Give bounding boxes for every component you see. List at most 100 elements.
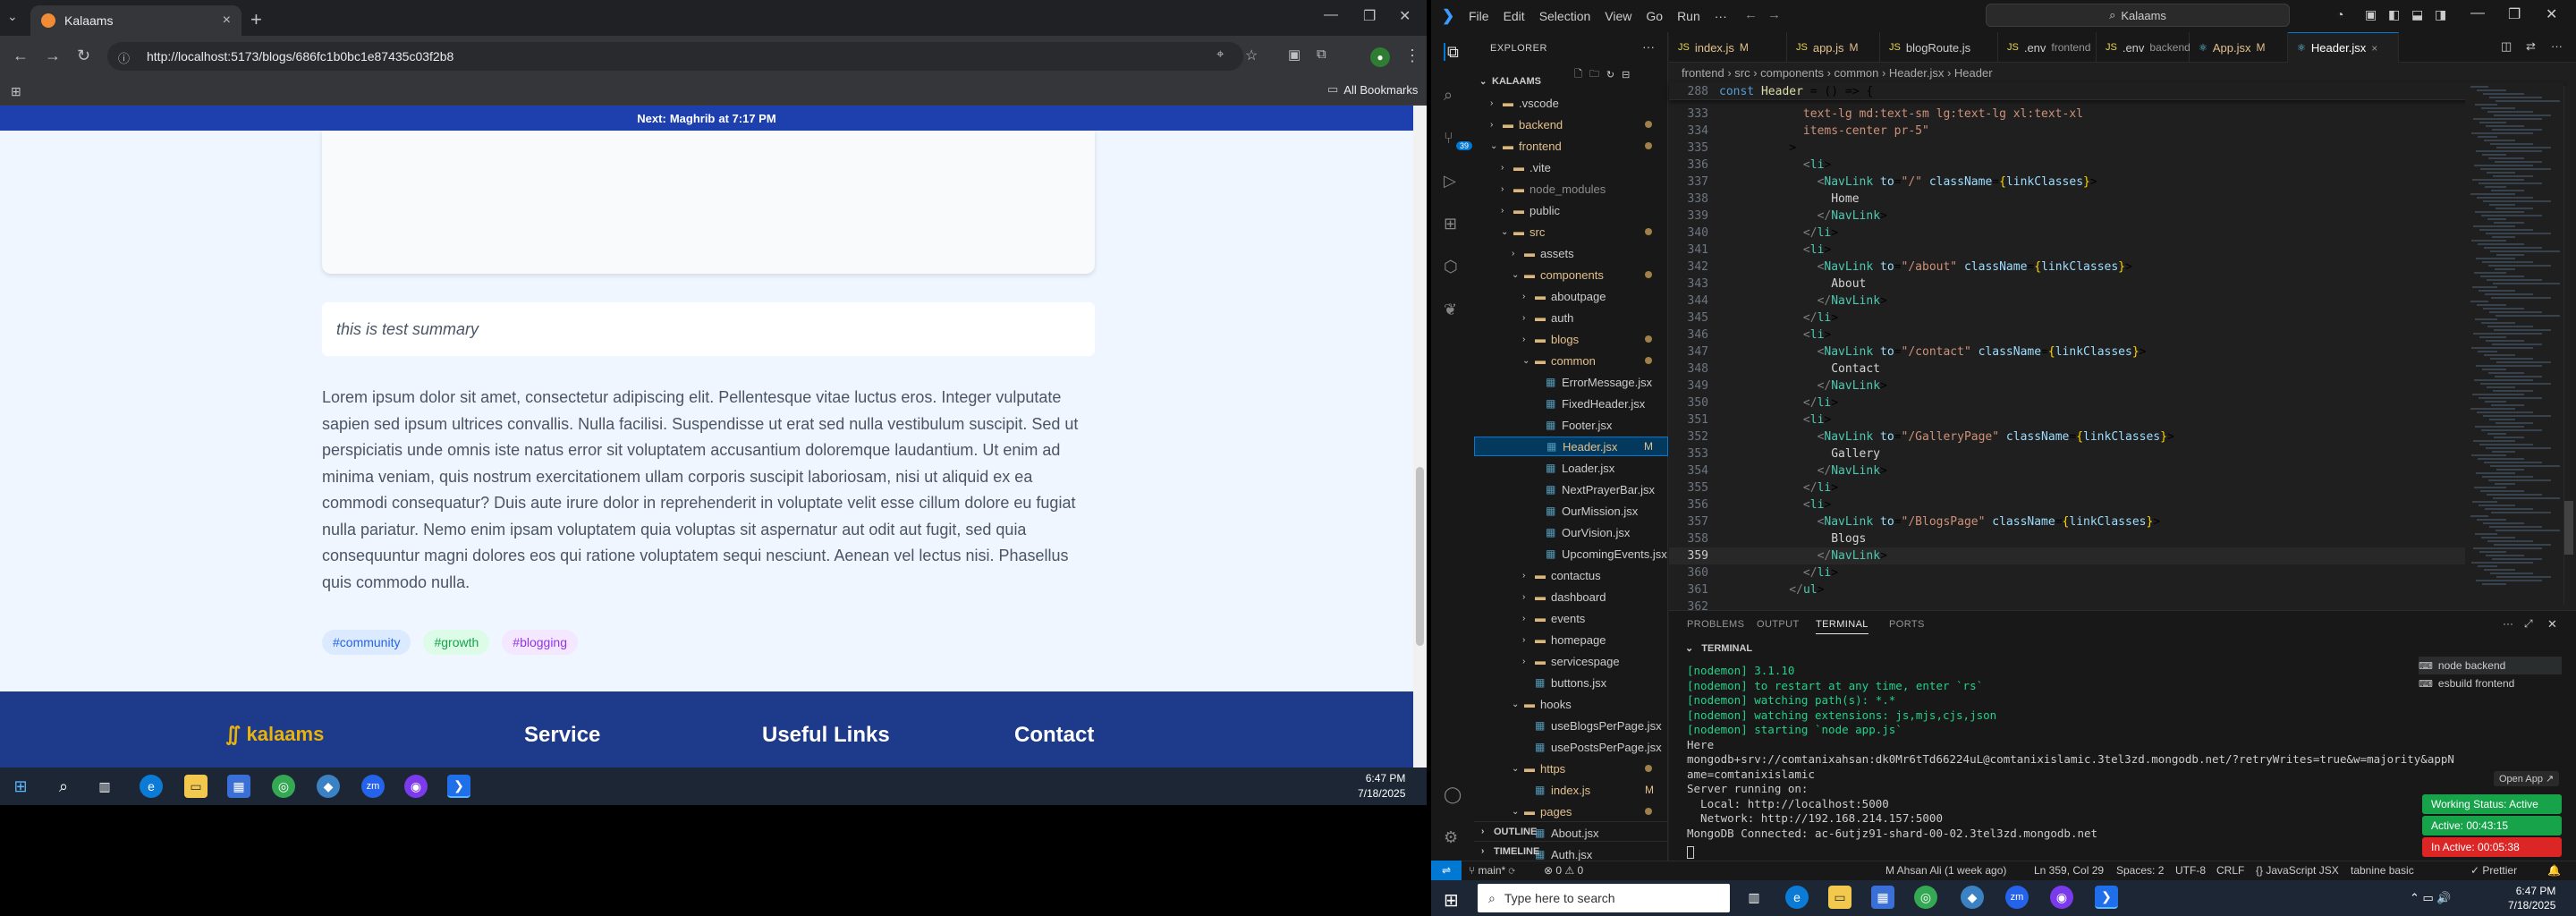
edge-icon[interactable]: e bbox=[140, 775, 163, 798]
bookmark-star-icon[interactable]: ☆ bbox=[1245, 47, 1258, 64]
code-line[interactable]: 342 <NavLink to="/about" className={link… bbox=[1669, 259, 2474, 276]
tree-item-dashboard[interactable]: › ▬ dashboard bbox=[1474, 587, 1668, 606]
sticky-code-line[interactable]: 288 const Header = () => { bbox=[1669, 83, 2474, 100]
code-line[interactable]: 333 text-lg md:text-sm lg:text-lg xl:tex… bbox=[1669, 106, 2474, 123]
tree-item-ourmission-jsx[interactable]: ▦ OurMission.jsx bbox=[1474, 501, 1668, 521]
tree-item-aboutpage[interactable]: › ▬ aboutpage bbox=[1474, 286, 1668, 306]
timeline-section[interactable]: › TIMELINE bbox=[1474, 841, 1668, 861]
code-line[interactable]: 350 </li> bbox=[1669, 394, 2474, 411]
chrome-icon[interactable]: ◎ bbox=[272, 775, 295, 798]
toggle-sidebar-icon[interactable]: ◧ bbox=[2388, 7, 2400, 22]
tree-item-pages[interactable]: ⌄ ▬ pages bbox=[1474, 802, 1668, 821]
code-line[interactable]: 349 </NavLink> bbox=[1669, 377, 2474, 394]
close-panel-icon[interactable]: ✕ bbox=[2547, 617, 2557, 632]
panel-tab-output[interactable]: OUTPUT bbox=[1757, 619, 1800, 630]
vs-close-icon[interactable]: ✕ bbox=[2546, 5, 2557, 23]
tree-item-fixedheader-jsx[interactable]: ▦ FixedHeader.jsx bbox=[1474, 394, 1668, 413]
manage-gear-icon[interactable]: ⚙ bbox=[1444, 828, 1462, 846]
tree-item-index-js[interactable]: ▦ index.js M bbox=[1474, 780, 1668, 800]
tree-item-auth[interactable]: › ▬ auth bbox=[1474, 308, 1668, 327]
edge-icon-2[interactable]: e bbox=[1785, 886, 1809, 909]
menu-item[interactable]: View bbox=[1605, 9, 1631, 23]
git-blame-status[interactable]: M Ahsan Ali (1 week ago) bbox=[1885, 864, 2006, 877]
remote-indicator-icon[interactable]: ⇌ bbox=[1431, 861, 1462, 880]
editor-tab[interactable]: ⚛ App.jsx M bbox=[2190, 32, 2288, 63]
open-app-button[interactable]: Open App ↗ bbox=[2494, 771, 2560, 786]
vscode-taskbar-icon[interactable]: ❯ bbox=[447, 775, 470, 798]
tree-item-https[interactable]: ⌄ ▬ https bbox=[1474, 759, 1668, 778]
zoom-icon-2[interactable]: zm bbox=[2005, 886, 2029, 909]
code-line[interactable]: 340 </li> bbox=[1669, 225, 2474, 242]
terminal-session[interactable]: ⌨ node backend bbox=[2419, 657, 2562, 674]
maximize-panel-icon[interactable]: ⤢ bbox=[2524, 617, 2533, 631]
editor-tab[interactable]: JS app.js M bbox=[1787, 32, 1880, 63]
tree-item-header-jsx[interactable]: ▦ Header.jsx M bbox=[1474, 437, 1668, 456]
tree-item-common[interactable]: ⌄ ▬ common bbox=[1474, 351, 1668, 370]
tree-item-ourvision-jsx[interactable]: ▦ OurVision.jsx bbox=[1474, 522, 1668, 542]
new-tab-icon[interactable]: + bbox=[250, 8, 262, 31]
code-line[interactable]: 357 <NavLink to="/BlogsPage" className={… bbox=[1669, 513, 2474, 530]
code-line[interactable]: 359 </NavLink> bbox=[1669, 547, 2474, 564]
minimap[interactable] bbox=[2465, 86, 2563, 605]
tree-item-blogs[interactable]: › ▬ blogs bbox=[1474, 329, 1668, 349]
code-line[interactable]: 348 Contact bbox=[1669, 360, 2474, 377]
code-line[interactable]: 337 <NavLink to="/" className={linkClass… bbox=[1669, 174, 2474, 191]
code-line[interactable]: 334 items-center pr-5" bbox=[1669, 123, 2474, 140]
editor-scroll-thumb[interactable] bbox=[2564, 501, 2573, 555]
menu-item[interactable]: Selection bbox=[1539, 9, 1591, 23]
nav-back-icon[interactable]: ← bbox=[1744, 7, 1758, 22]
tree-item-public[interactable]: › ▬ public bbox=[1474, 200, 1668, 220]
remote-explorer-icon[interactable]: ⬡ bbox=[1444, 258, 1462, 276]
tree-item-kalaams[interactable]: ⌄ KALAAMS bbox=[1474, 72, 1668, 91]
all-bookmarks-button[interactable]: ▭ All Bookmarks bbox=[1327, 82, 1418, 97]
tree-item-events[interactable]: › ▬ events bbox=[1474, 608, 1668, 628]
vscode-taskbar-icon-2[interactable]: ❯ bbox=[2095, 886, 2118, 909]
tree-item-upcomingevents-jsx[interactable]: ▦ UpcomingEvents.jsx bbox=[1474, 544, 1668, 564]
github-desktop-icon[interactable]: ◉ bbox=[404, 775, 428, 798]
code-line[interactable]: 351 <li> bbox=[1669, 411, 2474, 428]
git-branch[interactable]: ⑂ main* ⟳ bbox=[1469, 864, 1515, 877]
minimize-icon[interactable]: — bbox=[1324, 7, 1338, 23]
task-view-icon-2[interactable]: ▥ bbox=[1742, 886, 1766, 909]
editor-tab[interactable]: JS .env backend bbox=[2097, 32, 2190, 63]
menu-item[interactable]: ··· bbox=[1715, 9, 1727, 23]
code-line[interactable]: 353 Gallery bbox=[1669, 445, 2474, 462]
zoom-icon[interactable]: zm bbox=[361, 775, 385, 798]
task-view-icon[interactable]: ▥ bbox=[93, 775, 116, 798]
prettier-status[interactable]: ✓ Prettier bbox=[2470, 864, 2517, 877]
menu-item[interactable]: Go bbox=[1646, 9, 1663, 23]
code-line[interactable]: 361 </ul> bbox=[1669, 581, 2474, 598]
chrome-icon-2[interactable]: ◎ bbox=[1914, 886, 1937, 909]
panel-tab-terminal[interactable]: TERMINAL bbox=[1816, 619, 1868, 634]
back-icon[interactable]: ← bbox=[13, 47, 29, 65]
tab-search-icon[interactable]: ⌄ bbox=[7, 9, 18, 24]
editor-tab[interactable]: JS .env frontend bbox=[1998, 32, 2097, 63]
store-icon-2[interactable]: ▦ bbox=[1871, 886, 1894, 909]
app-icon[interactable]: ◆ bbox=[317, 775, 340, 798]
taskbar-clock-right[interactable]: 6:47 PM 7/18/2025 bbox=[2508, 884, 2555, 912]
code-line[interactable]: 347 <NavLink to="/contact" className={li… bbox=[1669, 344, 2474, 360]
code-line[interactable]: 335 > bbox=[1669, 140, 2474, 157]
maximize-icon[interactable]: ❐ bbox=[1363, 7, 1376, 25]
command-center-search[interactable]: ⌕ Kalaams bbox=[1986, 4, 2290, 27]
browser-menu-icon[interactable]: ⋮ bbox=[1404, 47, 1420, 65]
explorer-more-icon[interactable]: ··· bbox=[1642, 39, 1655, 54]
taskbar-search-icon[interactable]: ⌕ bbox=[52, 775, 75, 798]
tree-item--vscode[interactable]: › ▬ .vscode bbox=[1474, 93, 1668, 113]
editor-tab[interactable]: JS blogRoute.js bbox=[1880, 32, 1998, 63]
code-line[interactable]: 355 </li> bbox=[1669, 479, 2474, 496]
code-line[interactable]: 354 </NavLink> bbox=[1669, 462, 2474, 479]
tree-item-homepage[interactable]: › ▬ homepage bbox=[1474, 630, 1668, 649]
copilot-icon[interactable]: ◔ bbox=[2336, 7, 2343, 21]
address-bar[interactable]: http://localhost:5173/blogs/686fc1b0bc1e… bbox=[107, 42, 1243, 71]
indentation-status[interactable]: Spaces: 2 bbox=[2116, 864, 2164, 877]
vs-maximize-icon[interactable]: ❐ bbox=[2508, 5, 2521, 23]
tree-item-useblogsperpage-jsx[interactable]: ▦ useBlogsPerPage.jsx bbox=[1474, 716, 1668, 735]
toggle-panel-icon[interactable]: ⬓ bbox=[2411, 7, 2423, 22]
layout-icon[interactable]: ▣ bbox=[2365, 7, 2377, 22]
editor-tab[interactable]: JS index.js M bbox=[1669, 32, 1787, 63]
tree-item-servicespage[interactable]: › ▬ servicespage bbox=[1474, 651, 1668, 671]
code-line[interactable]: 339 </NavLink> bbox=[1669, 208, 2474, 225]
tree-item-frontend[interactable]: ⌄ ▬ frontend bbox=[1474, 136, 1668, 156]
system-tray-icons[interactable]: ⌃ ▭ 🔊 bbox=[2410, 891, 2452, 905]
